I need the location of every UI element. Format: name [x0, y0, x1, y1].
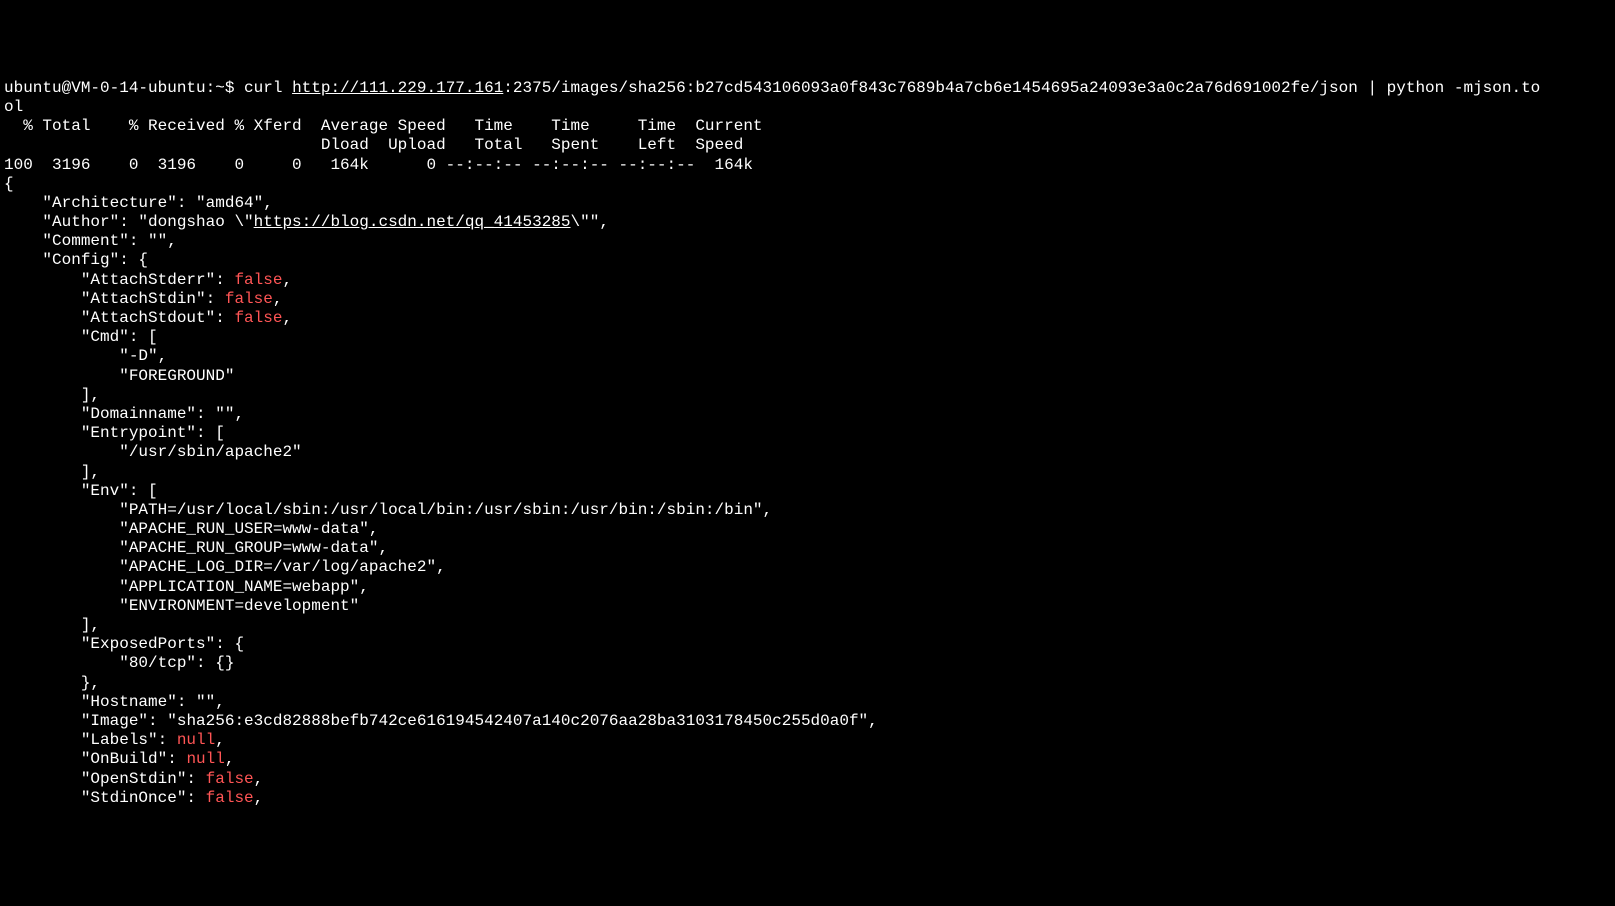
json-config-open: "Config": { — [4, 251, 1611, 270]
json-open: { — [4, 175, 1611, 194]
json-onbuild: "OnBuild": null, — [4, 750, 1611, 769]
cmd-curl: curl — [234, 79, 292, 97]
json-env-item3: "APACHE_RUN_GROUP=www-data", — [4, 539, 1611, 558]
json-env-item1: "PATH=/usr/local/sbin:/usr/local/bin:/us… — [4, 501, 1611, 520]
curl-url: http://111.229.177.161 — [292, 79, 503, 97]
cmd-suffix: :2375/images/sha256:b27cd543106093a0f843… — [503, 79, 1540, 97]
json-labels: "Labels": null, — [4, 731, 1611, 750]
json-env-close: ], — [4, 616, 1611, 635]
json-env-item5: "APPLICATION_NAME=webapp", — [4, 578, 1611, 597]
curl-header-2: Dload Upload Total Spent Left Speed — [4, 136, 1611, 155]
prompt-wrap: ol — [4, 98, 1611, 117]
prompt-path: :~$ — [206, 79, 235, 97]
json-author: "Author": "dongshao \"https://blog.csdn.… — [4, 213, 1611, 232]
json-ports-item: "80/tcp": {} — [4, 654, 1611, 673]
json-cmd-open: "Cmd": [ — [4, 328, 1611, 347]
json-entry-open: "Entrypoint": [ — [4, 424, 1611, 443]
json-attach-stdin: "AttachStdin": false, — [4, 290, 1611, 309]
json-arch: "Architecture": "amd64", — [4, 194, 1611, 213]
json-attach-stderr: "AttachStderr": false, — [4, 271, 1611, 290]
json-ports-close: }, — [4, 674, 1611, 693]
json-env-item2: "APACHE_RUN_USER=www-data", — [4, 520, 1611, 539]
json-stdinonce: "StdinOnce": false, — [4, 789, 1611, 808]
json-attach-stdout: "AttachStdout": false, — [4, 309, 1611, 328]
json-openstdin: "OpenStdin": false, — [4, 770, 1611, 789]
terminal-output[interactable]: ubuntu@VM-0-14-ubuntu:~$ curl http://111… — [4, 79, 1611, 808]
json-cmd-item2: "FOREGROUND" — [4, 367, 1611, 386]
json-image: "Image": "sha256:e3cd82888befb742ce61619… — [4, 712, 1611, 731]
json-domainname: "Domainname": "", — [4, 405, 1611, 424]
json-ports-open: "ExposedPorts": { — [4, 635, 1611, 654]
author-url: https://blog.csdn.net/qq_41453285 — [254, 213, 571, 231]
json-entry-close: ], — [4, 463, 1611, 482]
json-cmd-close: ], — [4, 386, 1611, 405]
json-hostname: "Hostname": "", — [4, 693, 1611, 712]
json-comment: "Comment": "", — [4, 232, 1611, 251]
json-cmd-item1: "-D", — [4, 347, 1611, 366]
prompt-line: ubuntu@VM-0-14-ubuntu:~$ curl http://111… — [4, 79, 1611, 98]
curl-header-3: 100 3196 0 3196 0 0 164k 0 --:--:-- --:-… — [4, 156, 1611, 175]
json-entry-item: "/usr/sbin/apache2" — [4, 443, 1611, 462]
prompt-user-host: ubuntu@VM-0-14-ubuntu — [4, 79, 206, 97]
json-env-item4: "APACHE_LOG_DIR=/var/log/apache2", — [4, 558, 1611, 577]
curl-header-1: % Total % Received % Xferd Average Speed… — [4, 117, 1611, 136]
json-env-item6: "ENVIRONMENT=development" — [4, 597, 1611, 616]
json-env-open: "Env": [ — [4, 482, 1611, 501]
